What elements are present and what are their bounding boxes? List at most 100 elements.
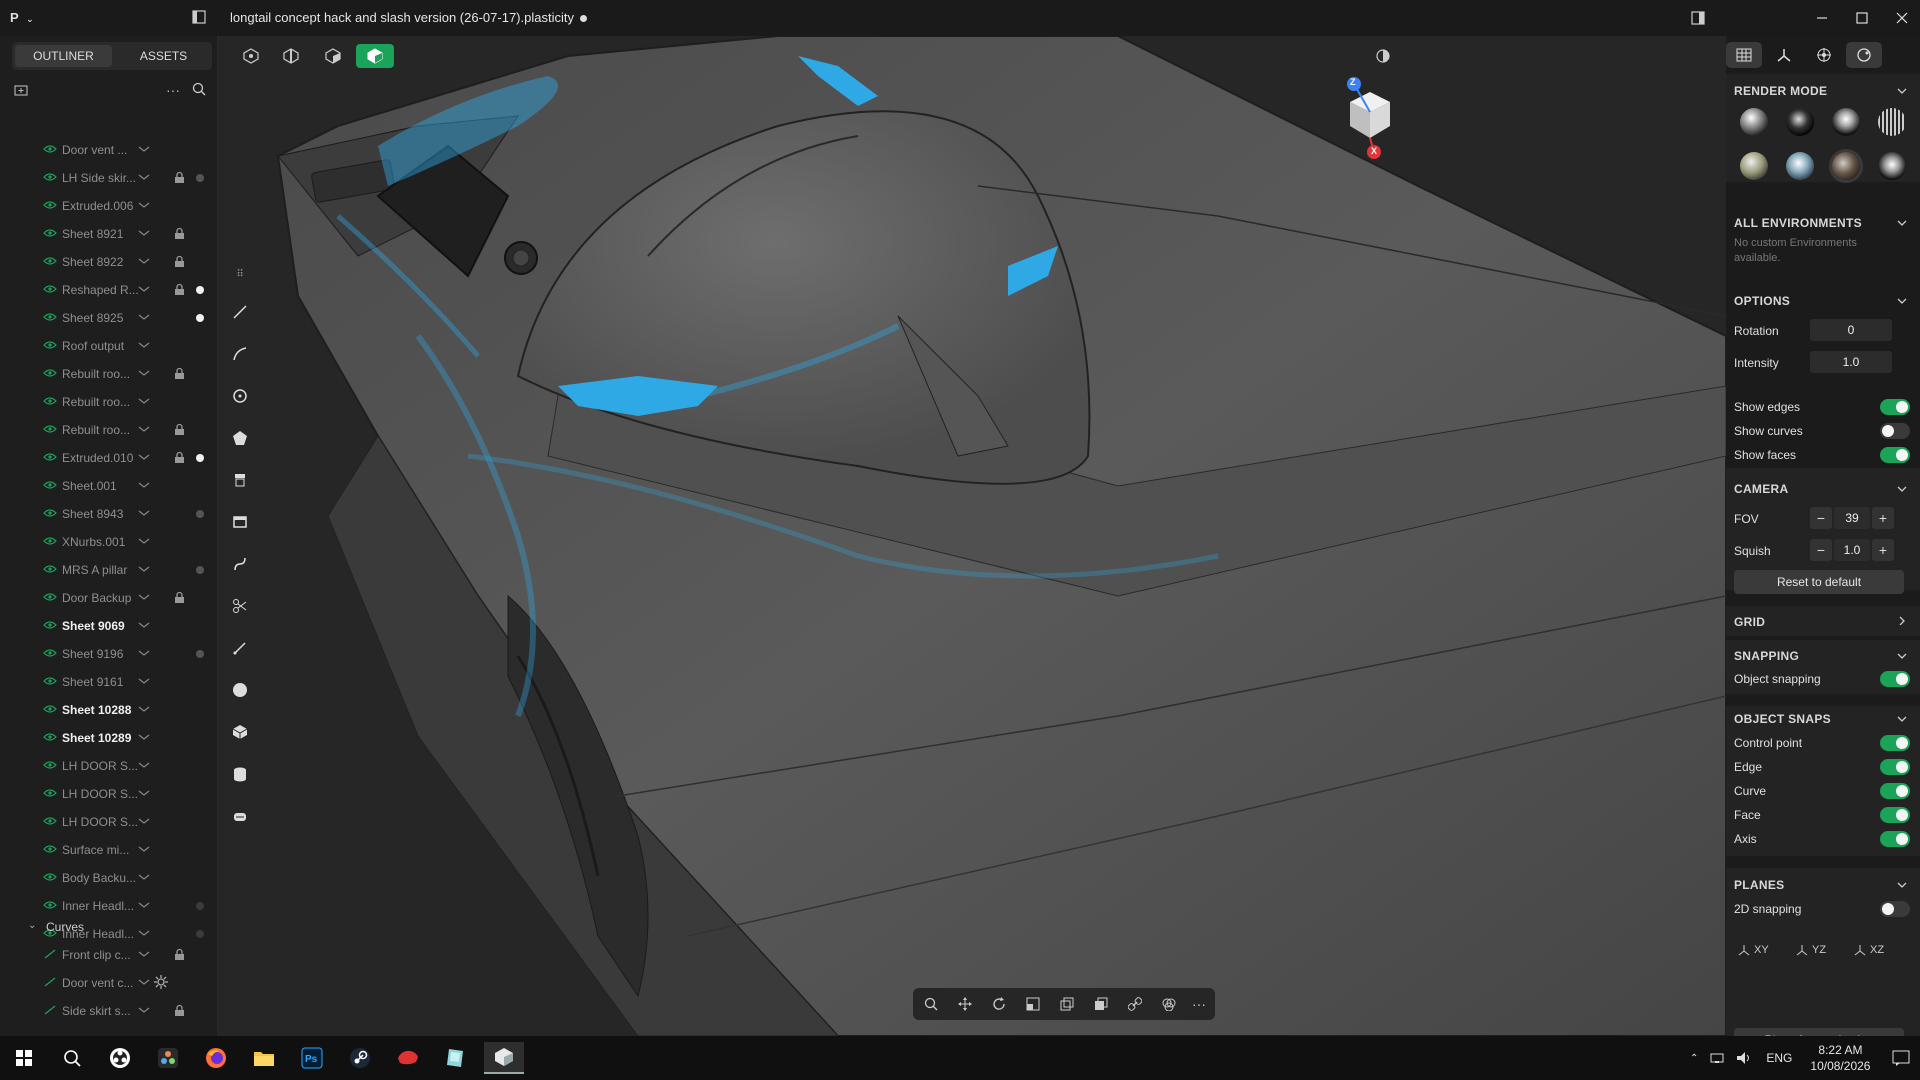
taskbar-app-firefox[interactable] bbox=[196, 1042, 236, 1074]
polygon-tool-icon[interactable] bbox=[228, 426, 252, 450]
select-vertex-button[interactable] bbox=[236, 44, 266, 68]
chevron-down-icon[interactable] bbox=[138, 677, 150, 685]
xray-toggle-button[interactable] bbox=[1368, 44, 1398, 68]
lock-icon[interactable] bbox=[174, 591, 185, 604]
eye-icon[interactable] bbox=[43, 592, 57, 602]
outliner-item[interactable]: Roof output bbox=[0, 332, 217, 360]
eye-icon[interactable] bbox=[43, 788, 57, 798]
selection-dot[interactable] bbox=[196, 174, 204, 182]
chevron-down-icon[interactable] bbox=[138, 733, 150, 741]
show-faces-toggle[interactable] bbox=[1880, 447, 1910, 463]
outliner-item[interactable]: Door Backup bbox=[0, 584, 217, 612]
tab-outliner[interactable]: OUTLINER bbox=[15, 45, 112, 67]
chevron-down-icon[interactable] bbox=[138, 285, 150, 293]
sphere-tool-icon[interactable] bbox=[228, 678, 252, 702]
render-mode-clay[interactable] bbox=[1740, 108, 1768, 136]
outliner-item[interactable]: Door vent ... bbox=[0, 136, 217, 164]
chevron-down-icon[interactable] bbox=[138, 229, 150, 237]
outliner-item[interactable]: LH DOOR S... bbox=[0, 808, 217, 836]
selection-dot[interactable] bbox=[196, 454, 204, 462]
outliner-item[interactable]: Sheet 10289 bbox=[0, 724, 217, 752]
show-edges-toggle[interactable] bbox=[1880, 399, 1910, 415]
selection-dot[interactable] bbox=[196, 566, 204, 574]
curve-item[interactable]: Door vent c... bbox=[0, 969, 217, 997]
gear-icon[interactable] bbox=[154, 975, 168, 989]
eye-icon[interactable] bbox=[43, 312, 57, 322]
lock-icon[interactable] bbox=[174, 1004, 185, 1017]
eye-icon[interactable] bbox=[43, 648, 57, 658]
eye-icon[interactable] bbox=[43, 228, 57, 238]
outliner-item[interactable]: Sheet 8925 bbox=[0, 304, 217, 332]
selection-dot[interactable] bbox=[196, 510, 204, 518]
fov-field[interactable]: 39 bbox=[1834, 507, 1870, 529]
taskbar-app-explorer[interactable] bbox=[244, 1042, 284, 1074]
chevron-down-icon[interactable] bbox=[138, 397, 150, 405]
selection-dot[interactable] bbox=[196, 902, 204, 910]
language-indicator[interactable]: ENG bbox=[1766, 1051, 1792, 1065]
chevron-down-icon[interactable] bbox=[1896, 86, 1908, 96]
render-mode-sky[interactable] bbox=[1786, 152, 1814, 180]
outliner-item[interactable]: Rebuilt roo... bbox=[0, 388, 217, 416]
render-mode-zebra[interactable] bbox=[1878, 108, 1906, 136]
eye-icon[interactable] bbox=[43, 200, 57, 210]
eye-icon[interactable] bbox=[43, 844, 57, 854]
line-tool-icon[interactable] bbox=[228, 300, 252, 324]
chevron-down-icon[interactable] bbox=[138, 817, 150, 825]
eye-icon[interactable] bbox=[43, 676, 57, 686]
taskbar-app-plasticity[interactable] bbox=[484, 1042, 524, 1074]
outliner-item[interactable]: Sheet 9161 bbox=[0, 668, 217, 696]
outliner-item[interactable]: Sheet 9069 bbox=[0, 612, 217, 640]
move-icon[interactable] bbox=[955, 994, 975, 1014]
squish-increment-button[interactable]: + bbox=[1872, 539, 1894, 561]
boolean-icon[interactable] bbox=[1091, 994, 1111, 1014]
chevron-down-icon[interactable] bbox=[138, 845, 150, 853]
object-snapping-toggle[interactable] bbox=[1880, 671, 1910, 687]
chevron-down-icon[interactable] bbox=[138, 257, 150, 265]
outliner-item[interactable]: Body Backu... bbox=[0, 864, 217, 892]
cylinder-tool-icon[interactable] bbox=[228, 762, 252, 786]
start-button[interactable] bbox=[4, 1042, 44, 1074]
chevron-down-icon[interactable] bbox=[138, 1006, 150, 1014]
select-edge-button[interactable] bbox=[276, 44, 306, 68]
lock-icon[interactable] bbox=[174, 255, 185, 268]
chevron-down-icon[interactable] bbox=[138, 593, 150, 601]
chevron-down-icon[interactable] bbox=[1896, 296, 1908, 306]
eye-icon[interactable] bbox=[43, 704, 57, 714]
tab-render[interactable] bbox=[1726, 42, 1762, 68]
sidebar-toggle-icon[interactable] bbox=[192, 10, 206, 24]
selection-dot[interactable] bbox=[196, 314, 204, 322]
volume-icon[interactable] bbox=[1736, 1051, 1752, 1065]
eye-icon[interactable] bbox=[43, 564, 57, 574]
curve-icon[interactable] bbox=[43, 977, 57, 987]
object-snap-toggle[interactable] bbox=[1880, 831, 1910, 847]
eye-icon[interactable] bbox=[43, 872, 57, 882]
view-cube[interactable]: Z X bbox=[1340, 72, 1400, 162]
tab-snapping[interactable] bbox=[1806, 42, 1842, 68]
fov-increment-button[interactable]: + bbox=[1872, 507, 1894, 529]
cube-tool-icon[interactable] bbox=[228, 720, 252, 744]
chevron-down-icon[interactable] bbox=[138, 537, 150, 545]
lock-icon[interactable] bbox=[174, 423, 185, 436]
zoom-icon[interactable] bbox=[921, 994, 941, 1014]
grid-section[interactable]: GRID bbox=[1726, 606, 1920, 636]
new-folder-icon[interactable] bbox=[14, 84, 28, 96]
eye-icon[interactable] bbox=[43, 340, 57, 350]
curve-icon[interactable] bbox=[43, 949, 57, 959]
select-solid-button[interactable] bbox=[356, 44, 394, 68]
show-curves-toggle[interactable] bbox=[1880, 423, 1910, 439]
chevron-down-icon[interactable] bbox=[138, 978, 150, 986]
taskbar-app-notes[interactable] bbox=[436, 1042, 476, 1074]
chevron-down-icon[interactable] bbox=[138, 173, 150, 181]
scale-icon[interactable] bbox=[1023, 994, 1043, 1014]
outliner-item[interactable]: Sheet.001 bbox=[0, 472, 217, 500]
chevron-down-icon[interactable] bbox=[138, 145, 150, 153]
object-snap-toggle[interactable] bbox=[1880, 807, 1910, 823]
chevron-down-icon[interactable] bbox=[138, 509, 150, 517]
render-mode-studio[interactable] bbox=[1832, 108, 1860, 136]
eye-icon[interactable] bbox=[43, 508, 57, 518]
eye-icon[interactable] bbox=[43, 144, 57, 154]
eye-icon[interactable] bbox=[43, 256, 57, 266]
chevron-down-icon[interactable] bbox=[138, 453, 150, 461]
reset-camera-button[interactable]: Reset to default bbox=[1734, 570, 1904, 594]
pen-tool-icon[interactable] bbox=[228, 636, 252, 660]
